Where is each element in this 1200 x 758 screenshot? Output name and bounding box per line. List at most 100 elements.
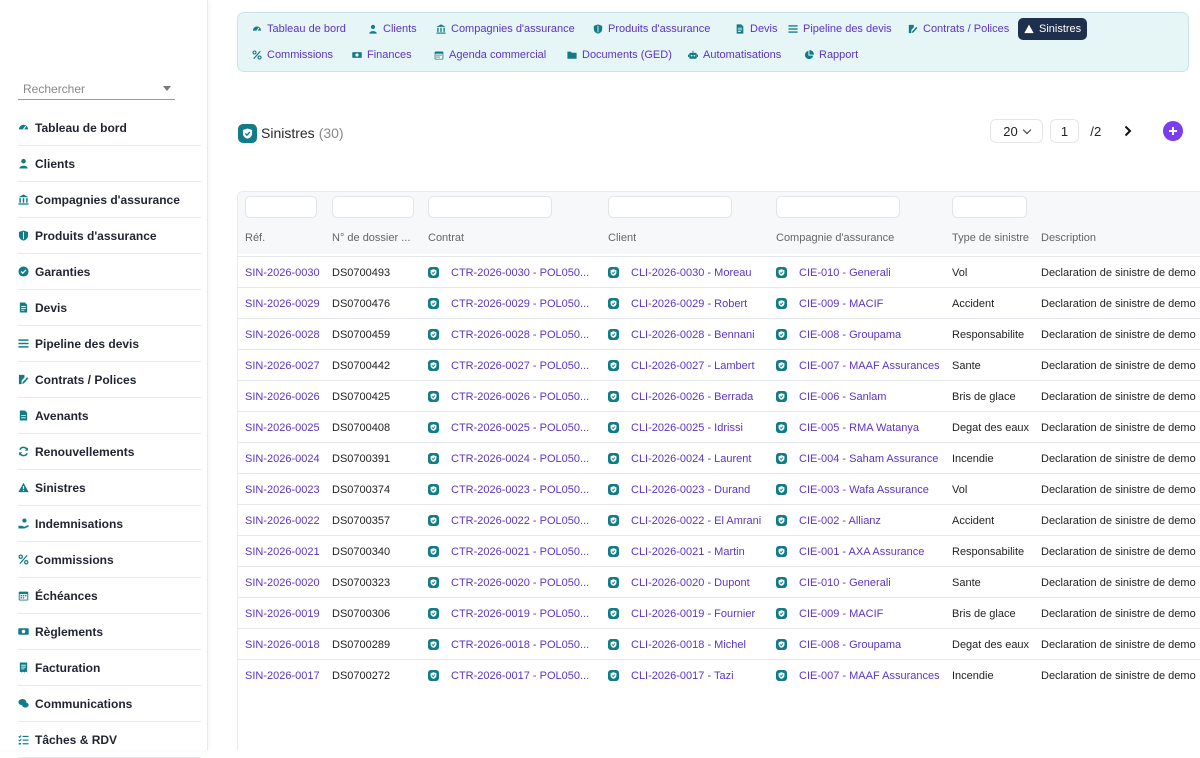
contrat-link[interactable]: CTR-2026-0030 - POL050...	[451, 267, 589, 279]
column-header-ref[interactable]: Réf.	[245, 232, 265, 244]
contrat-link[interactable]: CTR-2026-0017 - POL050...	[451, 670, 589, 682]
table-row[interactable]: SIN-2026-0030 DS0700493 CTR-2026-0030 - PO…	[238, 256, 1200, 287]
cell-compagnie[interactable]: CIE-007 - MAAF Assurances	[776, 660, 948, 691]
column-header-compagnie[interactable]: Compagnie d'assurance	[776, 232, 894, 244]
cell-client[interactable]: CLI-2026-0025 - Idrissi	[608, 412, 772, 443]
table-row[interactable]: SIN-2026-0021 DS0700340 CTR-2026-0021 - PO…	[238, 535, 1200, 566]
cell-contrat[interactable]: CTR-2026-0024 - POL050...	[428, 443, 600, 474]
contrat-link[interactable]: CTR-2026-0018 - POL050...	[451, 639, 589, 651]
compagnie-link[interactable]: CIE-003 - Wafa Assurance	[799, 484, 929, 496]
compagnie-link[interactable]: CIE-006 - Sanlam	[799, 391, 886, 403]
cell-ref[interactable]: SIN-2026-0022	[245, 505, 331, 536]
cell-compagnie[interactable]: CIE-004 - Saham Assurance	[776, 443, 948, 474]
cell-client[interactable]: CLI-2026-0027 - Lambert	[608, 350, 772, 381]
column-header-description[interactable]: Description	[1041, 232, 1096, 244]
column-header-type[interactable]: Type de sinistre	[952, 232, 1029, 244]
filter-ref-input[interactable]	[245, 196, 317, 218]
cell-ref[interactable]: SIN-2026-0023	[245, 474, 331, 505]
filter-client-input[interactable]	[608, 196, 732, 218]
compagnie-link[interactable]: CIE-002 - Allianz	[799, 515, 881, 527]
compagnie-link[interactable]: CIE-001 - AXA Assurance	[799, 546, 924, 558]
client-link[interactable]: CLI-2026-0020 - Dupont	[631, 577, 750, 589]
sidebar-item-produits-d-assurance[interactable]: Produits d'assurance	[18, 218, 201, 254]
sidebar-item-sinistres[interactable]: Sinistres	[18, 470, 201, 506]
client-link[interactable]: CLI-2026-0024 - Laurent	[631, 453, 751, 465]
table-row[interactable]: SIN-2026-0029 DS0700476 CTR-2026-0029 - PO…	[238, 287, 1200, 318]
sidebar-item-reglements[interactable]: Règlements	[18, 614, 201, 650]
table-row[interactable]: SIN-2026-0028 DS0700459 CTR-2026-0028 - PO…	[238, 318, 1200, 349]
cell-client[interactable]: CLI-2026-0028 - Bennani	[608, 319, 772, 350]
contrat-link[interactable]: CTR-2026-0020 - POL050...	[451, 577, 589, 589]
contrat-link[interactable]: CTR-2026-0023 - POL050...	[451, 484, 589, 496]
client-link[interactable]: CLI-2026-0022 - El Amrani	[631, 515, 761, 527]
next-page-button[interactable]	[1120, 119, 1136, 143]
table-row[interactable]: SIN-2026-0027 DS0700442 CTR-2026-0027 - PO…	[238, 349, 1200, 380]
contrat-link[interactable]: CTR-2026-0027 - POL050...	[451, 360, 589, 372]
cell-ref[interactable]: SIN-2026-0019	[245, 598, 331, 629]
cell-client[interactable]: CLI-2026-0024 - Laurent	[608, 443, 772, 474]
tab-clients[interactable]: Clients	[362, 18, 423, 40]
cell-compagnie[interactable]: CIE-005 - RMA Watanya	[776, 412, 948, 443]
cell-contrat[interactable]: CTR-2026-0018 - POL050...	[428, 629, 600, 660]
tab-agenda-commercial[interactable]: Agenda commercial	[428, 44, 552, 66]
cell-contrat[interactable]: CTR-2026-0021 - POL050...	[428, 536, 600, 567]
cell-contrat[interactable]: CTR-2026-0029 - POL050...	[428, 288, 600, 319]
cell-client[interactable]: CLI-2026-0030 - Moreau	[608, 257, 772, 288]
column-header-dossier[interactable]: N° de dossier ...	[332, 232, 410, 244]
compagnie-link[interactable]: CIE-004 - Saham Assurance	[799, 453, 938, 465]
cell-ref[interactable]: SIN-2026-0029	[245, 288, 331, 319]
cell-contrat[interactable]: CTR-2026-0023 - POL050...	[428, 474, 600, 505]
tab-compagnies-d-assurance[interactable]: Compagnies d'assurance	[430, 18, 581, 40]
sidebar-item-devis[interactable]: Devis	[18, 290, 201, 326]
cell-compagnie[interactable]: CIE-006 - Sanlam	[776, 381, 948, 412]
tab-produits-d-assurance[interactable]: Produits d'assurance	[587, 18, 716, 40]
sidebar-item-contrats-polices[interactable]: Contrats / Polices	[18, 362, 201, 398]
cell-compagnie[interactable]: CIE-001 - AXA Assurance	[776, 536, 948, 567]
compagnie-link[interactable]: CIE-009 - MACIF	[799, 298, 883, 310]
cell-compagnie[interactable]: CIE-010 - Generali	[776, 257, 948, 288]
tab-pipeline-des-devis[interactable]: Pipeline des devis	[782, 18, 898, 40]
table-row[interactable]: SIN-2026-0018 DS0700289 CTR-2026-0018 - PO…	[238, 628, 1200, 659]
sidebar-item-communications[interactable]: Communications	[18, 686, 201, 722]
filter-type-input[interactable]	[952, 196, 1027, 218]
cell-ref[interactable]: SIN-2026-0030	[245, 257, 331, 288]
compagnie-link[interactable]: CIE-005 - RMA Watanya	[799, 422, 919, 434]
sidebar-item-tableau-de-bord[interactable]: Tableau de bord	[18, 110, 201, 146]
tab-commissions[interactable]: Commissions	[246, 44, 339, 66]
add-sinistre-button[interactable]	[1163, 121, 1183, 141]
cell-contrat[interactable]: CTR-2026-0030 - POL050...	[428, 257, 600, 288]
cell-client[interactable]: CLI-2026-0026 - Berrada	[608, 381, 772, 412]
cell-contrat[interactable]: CTR-2026-0019 - POL050...	[428, 598, 600, 629]
client-link[interactable]: CLI-2026-0026 - Berrada	[631, 391, 753, 403]
compagnie-link[interactable]: CIE-007 - MAAF Assurances	[799, 670, 940, 682]
column-header-contrat[interactable]: Contrat	[428, 232, 464, 244]
filter-contrat-input[interactable]	[428, 196, 552, 218]
client-link[interactable]: CLI-2026-0017 - Tazi	[631, 670, 734, 682]
compagnie-link[interactable]: CIE-008 - Groupama	[799, 639, 901, 651]
client-link[interactable]: CLI-2026-0019 - Fournier	[631, 608, 755, 620]
cell-ref[interactable]: SIN-2026-0021	[245, 536, 331, 567]
cell-ref[interactable]: SIN-2026-0017	[245, 660, 331, 691]
client-link[interactable]: CLI-2026-0030 - Moreau	[631, 267, 751, 279]
cell-compagnie[interactable]: CIE-009 - MACIF	[776, 288, 948, 319]
contrat-link[interactable]: CTR-2026-0025 - POL050...	[451, 422, 589, 434]
cell-ref[interactable]: SIN-2026-0028	[245, 319, 331, 350]
cell-compagnie[interactable]: CIE-002 - Allianz	[776, 505, 948, 536]
per-page-select[interactable]: 20	[990, 119, 1043, 143]
sidebar-item-echeances[interactable]: Échéances	[18, 578, 201, 614]
table-row[interactable]: SIN-2026-0017 DS0700272 CTR-2026-0017 - PO…	[238, 659, 1200, 690]
cell-client[interactable]: CLI-2026-0023 - Durand	[608, 474, 772, 505]
filter-compagnie-input[interactable]	[776, 196, 900, 218]
cell-client[interactable]: CLI-2026-0020 - Dupont	[608, 567, 772, 598]
client-link[interactable]: CLI-2026-0023 - Durand	[631, 484, 750, 496]
cell-contrat[interactable]: CTR-2026-0026 - POL050...	[428, 381, 600, 412]
tab-rapport[interactable]: Rapport	[798, 44, 864, 66]
tab-sinistres[interactable]: Sinistres	[1018, 18, 1088, 40]
client-link[interactable]: CLI-2026-0027 - Lambert	[631, 360, 755, 372]
sidebar-item-compagnies-d-assurance[interactable]: Compagnies d'assurance	[18, 182, 201, 218]
compagnie-link[interactable]: CIE-010 - Generali	[799, 267, 891, 279]
cell-client[interactable]: CLI-2026-0018 - Michel	[608, 629, 772, 660]
cell-compagnie[interactable]: CIE-008 - Groupama	[776, 319, 948, 350]
table-row[interactable]: SIN-2026-0024 DS0700391 CTR-2026-0024 - PO…	[238, 442, 1200, 473]
sidebar-item-garanties[interactable]: Garanties	[18, 254, 201, 290]
